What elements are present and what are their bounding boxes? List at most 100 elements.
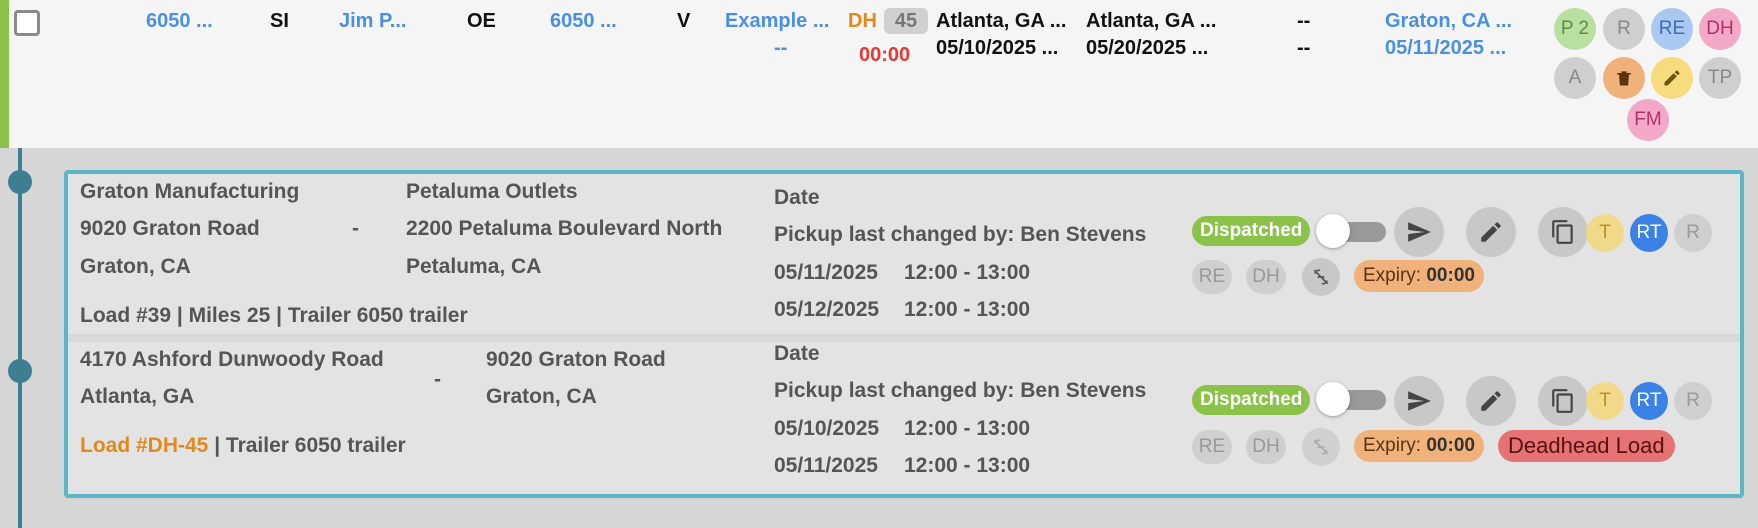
expiry-label: Expiry: xyxy=(1363,435,1422,456)
stops-timeline xyxy=(18,148,22,528)
dispatch-toggle[interactable] xyxy=(1316,214,1386,248)
re-chip[interactable]: RE xyxy=(1192,430,1232,464)
rt-chip[interactable]: RT xyxy=(1630,382,1668,420)
stop-origin-name: Graton Manufacturing xyxy=(80,180,300,203)
row-status-bar xyxy=(0,0,9,148)
stop-separator: - xyxy=(434,368,441,391)
pickup-window: 12:00 - 13:00 xyxy=(904,261,1031,284)
t-chip[interactable]: T xyxy=(1586,382,1624,420)
dispatch-toggle[interactable] xyxy=(1316,382,1386,416)
a-badge[interactable]: A xyxy=(1554,57,1596,99)
pickup-date: 05/10/2025 ... xyxy=(936,37,1059,59)
stop-origin-address: 4170 Ashford Dunwoody Road xyxy=(80,348,384,371)
customer-link[interactable]: Example ... xyxy=(725,10,830,33)
unlink-icon[interactable] xyxy=(1302,258,1340,296)
pickup-date: 05/11/2025 xyxy=(774,261,878,284)
r-chip[interactable]: R xyxy=(1674,214,1712,252)
pickup-date: 05/10/2025 xyxy=(774,417,880,440)
delivery-city: Atlanta, GA ... xyxy=(1086,10,1217,32)
timeline-dot-2 xyxy=(8,359,32,383)
edit-stop-button[interactable] xyxy=(1466,376,1516,426)
deadhead-miles-badge: 45 xyxy=(884,8,928,34)
load-row: 6050 ... SI Jim P... OE 6050 ... V Examp… xyxy=(0,0,1758,148)
expiry-label: Expiry: xyxy=(1363,265,1422,286)
changed-by: Pickup last changed by: Ben Stevens xyxy=(774,379,1147,402)
type-code: SI xyxy=(270,10,289,32)
copy-icon xyxy=(1552,220,1573,244)
dh-chip[interactable]: DH xyxy=(1246,260,1286,294)
send-button[interactable] xyxy=(1394,207,1444,257)
delivery-window: 12:00 - 13:00 xyxy=(904,298,1031,321)
stop-origin-address: 9020 Graton Road xyxy=(80,217,260,240)
copy-button[interactable] xyxy=(1538,207,1588,257)
delivery-date: 05/20/2025 ... xyxy=(1086,37,1209,59)
edit-icon[interactable] xyxy=(1651,57,1693,99)
trailer-link[interactable]: 6050 ... xyxy=(550,10,617,33)
trash-icon[interactable] xyxy=(1603,57,1645,99)
stop-dest-name: Petaluma Outlets xyxy=(406,180,578,203)
delivery-date: 05/12/2025 xyxy=(774,298,880,321)
stop-card: Graton Manufacturing 9020 Graton Road Gr… xyxy=(68,174,1740,334)
pencil-icon xyxy=(1481,222,1501,242)
copy-button[interactable] xyxy=(1538,376,1588,426)
pickup-city: Atlanta, GA ... xyxy=(936,10,1067,32)
stop-card: 4170 Ashford Dunwoody Road Atlanta, GA -… xyxy=(68,342,1740,494)
pickup-window: 12:00 - 13:00 xyxy=(904,417,1031,440)
re-chip[interactable]: RE xyxy=(1192,260,1232,294)
deadhead-load-link[interactable]: Load #DH-45 xyxy=(80,434,208,457)
deadhead-label: DH xyxy=(848,10,877,32)
date-heading: Date xyxy=(774,342,820,365)
send-button[interactable] xyxy=(1394,376,1444,426)
r-chip[interactable]: R xyxy=(1674,382,1712,420)
expiry-badge: Expiry: 00:00 xyxy=(1354,260,1484,292)
status-badge: Dispatched xyxy=(1192,216,1311,246)
stop-dest-city: Petaluma, CA xyxy=(406,255,542,278)
driver-link[interactable]: Jim P... xyxy=(339,10,406,33)
deadhead-load-badge: Deadhead Load xyxy=(1498,430,1675,462)
stops-panel: Graton Manufacturing 9020 Graton Road Gr… xyxy=(64,170,1744,498)
customer-sub: -- xyxy=(774,37,788,59)
empty-dash-1: -- xyxy=(1297,10,1311,32)
t-chip[interactable]: T xyxy=(1586,214,1624,252)
pencil-icon xyxy=(1481,391,1501,411)
delivery-window: 12:00 - 13:00 xyxy=(904,454,1031,477)
stop-dest-address: 9020 Graton Road xyxy=(486,348,666,371)
send-icon xyxy=(1408,391,1431,411)
stop-dest-city: Graton, CA xyxy=(486,385,597,408)
send-icon xyxy=(1408,222,1431,242)
dh-chip[interactable]: DH xyxy=(1246,430,1286,464)
tp-badge[interactable]: TP xyxy=(1699,57,1741,99)
equipment-code: V xyxy=(677,10,691,32)
priority-badge[interactable]: P 2 xyxy=(1554,8,1596,50)
copy-icon xyxy=(1552,389,1573,413)
timeline-dot-1 xyxy=(8,170,32,194)
delivery-date: 05/11/2025 xyxy=(774,454,878,477)
stop-load-info: Load #DH-45 | Trailer 6050 trailer xyxy=(80,434,406,458)
stop-origin-city: Graton, CA xyxy=(80,255,191,278)
fm-badge[interactable]: FM xyxy=(1627,99,1669,141)
stop-trailer-info: | Trailer 6050 trailer xyxy=(214,434,406,457)
status-code: OE xyxy=(467,10,496,32)
rt-chip[interactable]: RT xyxy=(1630,214,1668,252)
dh-badge[interactable]: DH xyxy=(1699,8,1741,50)
row-select-checkbox[interactable] xyxy=(14,10,40,36)
load-number-link[interactable]: 6050 ... xyxy=(146,10,213,33)
expiry-value: 00:00 xyxy=(1426,265,1475,286)
status-badge: Dispatched xyxy=(1192,385,1311,415)
expiry-value: 00:00 xyxy=(1426,435,1475,456)
empty-dash-2: -- xyxy=(1297,37,1311,59)
re-badge[interactable]: RE xyxy=(1651,8,1693,50)
changed-by: Pickup last changed by: Ben Stevens xyxy=(774,223,1147,246)
stop-origin-city: Atlanta, GA xyxy=(80,385,195,408)
stop-dest-address: 2200 Petaluma Boulevard North xyxy=(406,217,723,240)
r-badge[interactable]: R xyxy=(1603,8,1645,50)
edit-stop-button[interactable] xyxy=(1466,207,1516,257)
date-heading: Date xyxy=(774,186,820,209)
destination-city-link[interactable]: Graton, CA ... xyxy=(1385,10,1512,33)
stop-load-info: Load #39 | Miles 25 | Trailer 6050 trail… xyxy=(80,304,468,327)
deadhead-time: 00:00 xyxy=(859,44,911,66)
unlink-icon[interactable] xyxy=(1302,428,1340,466)
stop-separator: - xyxy=(352,217,359,240)
destination-date-link[interactable]: 05/11/2025 ... xyxy=(1385,37,1506,60)
expiry-badge: Expiry: 00:00 xyxy=(1354,430,1484,462)
